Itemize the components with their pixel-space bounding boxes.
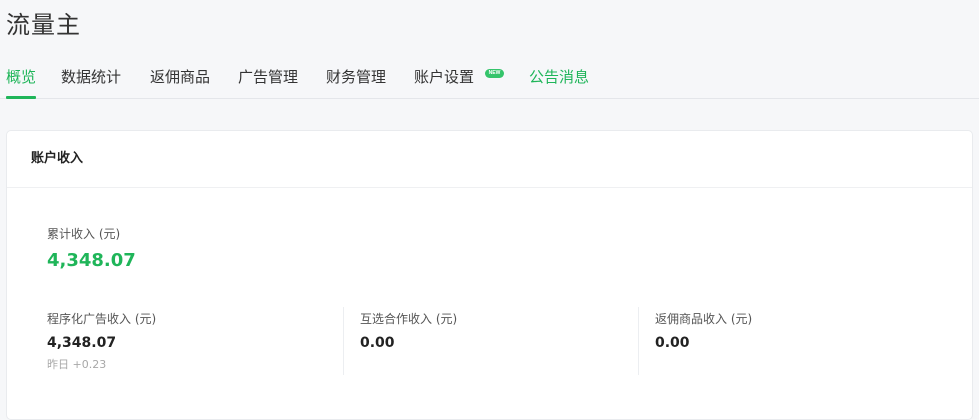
tab-overview-label: 概览 bbox=[6, 68, 37, 86]
tab-statistics-label: 数据统计 bbox=[61, 68, 122, 86]
app-title: 流量主 bbox=[6, 11, 81, 39]
tab-finance-label: 财务管理 bbox=[326, 68, 387, 86]
commission-products-income: 返佣商品收入 (元) 0.00 bbox=[655, 310, 752, 352]
total-income-value: 4,348.07 bbox=[47, 250, 136, 271]
column-divider bbox=[343, 307, 344, 375]
tab-overview[interactable]: 概览 bbox=[6, 66, 37, 99]
card-header: 账户收入 bbox=[7, 131, 972, 188]
mutual-selection-income: 互选合作收入 (元) 0.00 bbox=[360, 310, 457, 352]
mutual-selection-income-value: 0.00 bbox=[360, 335, 395, 351]
account-income-card: 账户收入 累计收入 (元) 4,348.07 程序化广告收入 (元) 4,348… bbox=[6, 130, 973, 420]
new-badge: NEW bbox=[485, 69, 504, 78]
total-income: 累计收入 (元) 4,348.07 bbox=[47, 225, 136, 272]
tab-finance[interactable]: 财务管理 bbox=[326, 66, 386, 88]
total-income-label: 累计收入 (元) bbox=[47, 227, 121, 241]
tab-ad-management[interactable]: 广告管理 bbox=[238, 66, 298, 88]
yesterday-delta: 昨日 +0.23 bbox=[47, 358, 107, 371]
programmatic-ad-income-label: 程序化广告收入 (元) bbox=[47, 312, 157, 326]
commission-products-income-label: 返佣商品收入 (元) bbox=[655, 312, 753, 326]
mutual-selection-income-label: 互选合作收入 (元) bbox=[360, 312, 458, 326]
tab-commission-products-label: 返佣商品 bbox=[150, 68, 211, 86]
tab-ad-management-label: 广告管理 bbox=[238, 68, 299, 86]
commission-products-income-value: 0.00 bbox=[655, 335, 690, 351]
programmatic-ad-income: 程序化广告收入 (元) 4,348.07 昨日 +0.23 bbox=[47, 310, 156, 373]
tab-commission-products[interactable]: 返佣商品 bbox=[150, 66, 210, 88]
tab-statistics[interactable]: 数据统计 bbox=[61, 66, 121, 88]
tab-announcements-label: 公告消息 bbox=[529, 68, 590, 86]
tab-account-settings-label: 账户设置 bbox=[414, 68, 475, 86]
tab-account-settings[interactable]: 账户设置 NEW bbox=[414, 66, 504, 88]
tab-announcements[interactable]: 公告消息 bbox=[529, 66, 589, 88]
card-title: 账户收入 bbox=[31, 151, 84, 166]
tab-bar: 概览 数据统计 返佣商品 广告管理 财务管理 账户设置 NEW 公告消息 bbox=[0, 60, 979, 99]
column-divider bbox=[638, 307, 639, 375]
programmatic-ad-income-value: 4,348.07 bbox=[47, 335, 117, 351]
